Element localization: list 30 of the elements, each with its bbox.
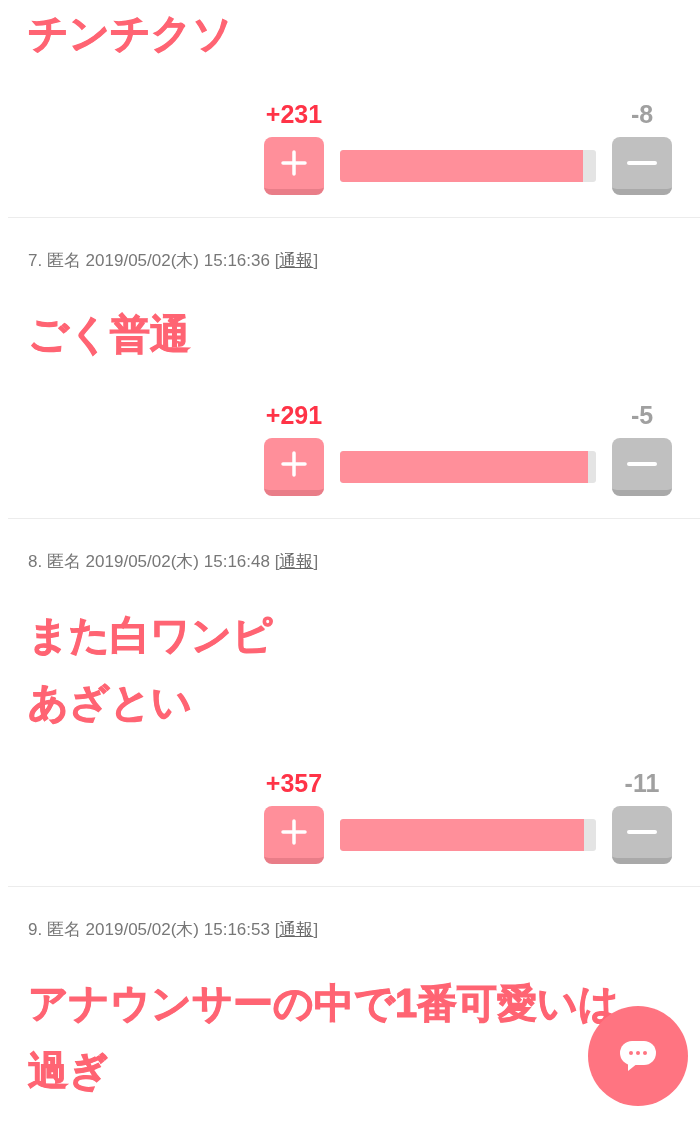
plus-icon [281,150,307,176]
upvote-count: +357 [265,769,323,797]
downvote-count: -11 [624,769,660,797]
downvote-count: -5 [630,401,654,429]
comment-text: ごく普通 [28,311,190,358]
comment-text: また白ワンピ [28,612,273,659]
chat-bubble-icon [620,1041,656,1071]
comment-text: あざとい [28,679,192,726]
comment-text: 過ぎ [28,1047,109,1094]
post-meta: 8. 匿名 2019/05/02(木) 15:16:48 [通報] [27,551,320,573]
plus-icon [281,451,307,477]
post-meta: 9. 匿名 2019/05/02(木) 15:16:53 [通報] [27,919,320,941]
post-meta: 7. 匿名 2019/05/02(木) 15:16:36 [通報] [27,250,320,272]
downvote-count: -8 [630,100,654,128]
upvote-count: +291 [265,401,323,429]
minus-icon [627,462,657,466]
upvote-button[interactable] [264,806,324,864]
downvote-button[interactable] [612,806,672,864]
comment-text: チンチクソ [28,10,233,57]
downvote-button[interactable] [612,438,672,496]
upvote-count: +231 [265,100,323,128]
upvote-button[interactable] [264,438,324,496]
downvote-button[interactable] [612,137,672,195]
minus-icon [627,830,657,834]
report-link[interactable]: 通報 [279,920,314,939]
report-link[interactable]: 通報 [279,552,314,571]
plus-icon [281,819,307,845]
minus-icon [627,161,657,165]
report-link[interactable]: 通報 [279,251,314,270]
upvote-button[interactable] [264,137,324,195]
